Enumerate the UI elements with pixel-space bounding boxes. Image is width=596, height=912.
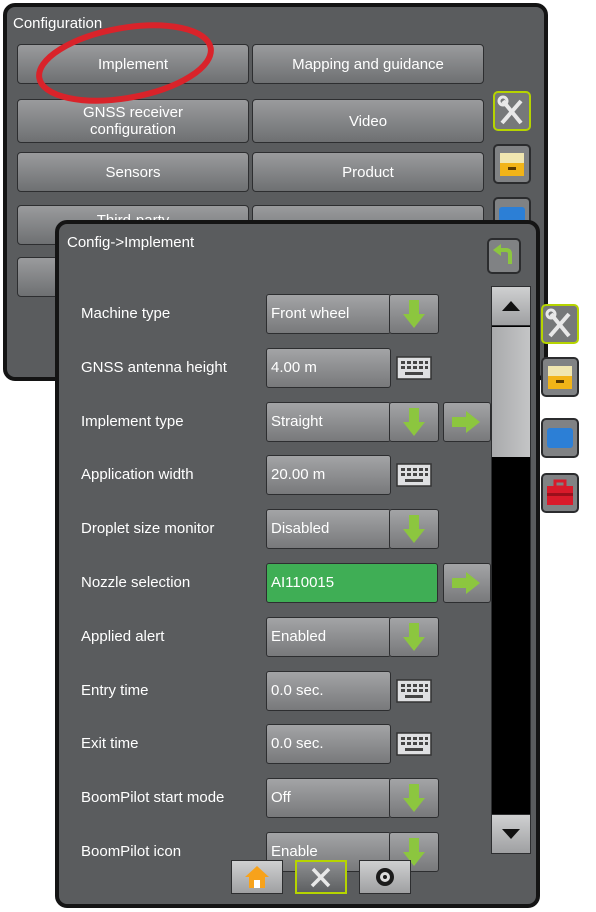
- tools-tab[interactable]: [541, 304, 579, 344]
- wrench-screwdriver-icon: [545, 308, 571, 338]
- down-arrow-icon: [403, 784, 425, 813]
- video-button[interactable]: Video: [252, 99, 484, 143]
- keyboard-icon: [396, 678, 432, 703]
- product-button[interactable]: Product: [252, 152, 484, 192]
- tab-tools[interactable]: [295, 860, 347, 894]
- down-arrow-icon: [403, 622, 425, 651]
- down-triangle-icon: [502, 829, 520, 839]
- row-value-field: Front wheel: [266, 294, 391, 334]
- scrollbar[interactable]: [491, 286, 531, 854]
- row-value-field: 4.00 m: [266, 347, 391, 388]
- dropdown-button[interactable]: [389, 294, 439, 334]
- down-arrow-icon: [403, 515, 425, 544]
- row-label: BoomPilot start mode: [81, 789, 225, 807]
- camera-icon: [376, 868, 394, 886]
- row-value: Straight: [271, 412, 323, 430]
- wrench-screwdriver-icon: [497, 95, 523, 125]
- mapping-guidance-button[interactable]: Mapping and guidance: [252, 44, 484, 84]
- row-label: Entry time: [81, 681, 149, 699]
- row-value-field: 20.00 m: [266, 455, 391, 496]
- keyboard-icon: [396, 463, 432, 488]
- navigate-button[interactable]: [443, 401, 491, 442]
- row-label: BoomPilot icon: [81, 843, 182, 860]
- back-arrow-icon: [493, 244, 512, 264]
- down-arrow-icon: [403, 300, 425, 328]
- row-label: Implement type: [81, 412, 184, 430]
- row-value-field: 0.0 sec.: [266, 724, 391, 765]
- tab-camera[interactable]: [359, 860, 411, 894]
- dropdown-button[interactable]: [389, 616, 439, 657]
- row-label: Droplet size monitor: [81, 520, 215, 538]
- row-label: GNSS antenna height: [81, 358, 227, 376]
- keyboard-button[interactable]: [395, 678, 433, 704]
- row-label: Application width: [81, 466, 194, 484]
- tools-tab[interactable]: [493, 91, 531, 131]
- row-value-field: Disabled: [266, 509, 391, 550]
- drawer-tab[interactable]: [493, 144, 531, 184]
- row-value-field[interactable]: AI110015: [266, 563, 438, 603]
- row-value: Enable: [271, 843, 318, 860]
- row-value: Enabled: [271, 627, 327, 645]
- scroll-up-button[interactable]: [492, 287, 530, 326]
- wrench-screwdriver-icon: [310, 867, 331, 888]
- cabinet-drawer-icon: [548, 366, 572, 389]
- dropdown-button[interactable]: [389, 401, 439, 442]
- page-title: Config->Implement: [67, 234, 195, 251]
- scroll-thumb[interactable]: [492, 327, 530, 457]
- row-value: AI110015: [271, 574, 335, 591]
- display-screen-icon: [547, 428, 573, 448]
- back-button[interactable]: [487, 238, 521, 274]
- tab-home[interactable]: [231, 860, 283, 894]
- sensors-button[interactable]: Sensors: [17, 152, 249, 192]
- row-value: 4.00 m: [271, 358, 317, 376]
- row-label: Machine type: [81, 305, 171, 322]
- toolbox-tab[interactable]: [541, 473, 579, 513]
- keyboard-button[interactable]: [395, 462, 433, 488]
- up-triangle-icon: [502, 301, 520, 311]
- keyboard-button[interactable]: [395, 355, 433, 381]
- right-arrow-icon: [452, 410, 480, 433]
- row-value: 0.0 sec.: [271, 681, 324, 699]
- keyboard-button[interactable]: [395, 731, 433, 757]
- row-value: Disabled: [271, 520, 330, 538]
- navigate-button[interactable]: [443, 563, 491, 603]
- row-value: Front wheel: [271, 305, 350, 322]
- row-value-field: Straight: [266, 401, 391, 442]
- cabinet-drawer-icon: [500, 153, 524, 176]
- dropdown-button[interactable]: [389, 778, 439, 819]
- implement-screen: Config->Implement Machine type Front whee…: [55, 220, 540, 908]
- home-icon: [245, 866, 269, 888]
- highlight-circle: [36, 22, 214, 104]
- scroll-down-button[interactable]: [492, 814, 530, 853]
- dropdown-button[interactable]: [389, 509, 439, 550]
- down-arrow-icon: [403, 407, 425, 436]
- drawer-tab[interactable]: [541, 357, 579, 397]
- row-value: Off: [271, 789, 291, 807]
- toolbox-icon: [547, 479, 573, 505]
- row-label: Nozzle selection: [81, 574, 191, 591]
- row-value: 20.00 m: [271, 466, 326, 484]
- row-value-field: Off: [266, 778, 391, 819]
- display-tab[interactable]: [541, 418, 579, 458]
- row-value: 0.0 sec.: [271, 735, 324, 753]
- gnss-receiver-button[interactable]: GNSS receiver configuration: [17, 99, 249, 143]
- right-arrow-icon: [452, 572, 480, 594]
- row-value-field: Enabled: [266, 616, 391, 657]
- row-label: Exit time: [81, 735, 139, 753]
- row-label: Applied alert: [81, 627, 165, 645]
- keyboard-icon: [396, 732, 432, 757]
- keyboard-icon: [396, 356, 432, 380]
- row-value-field: 0.0 sec.: [266, 670, 391, 711]
